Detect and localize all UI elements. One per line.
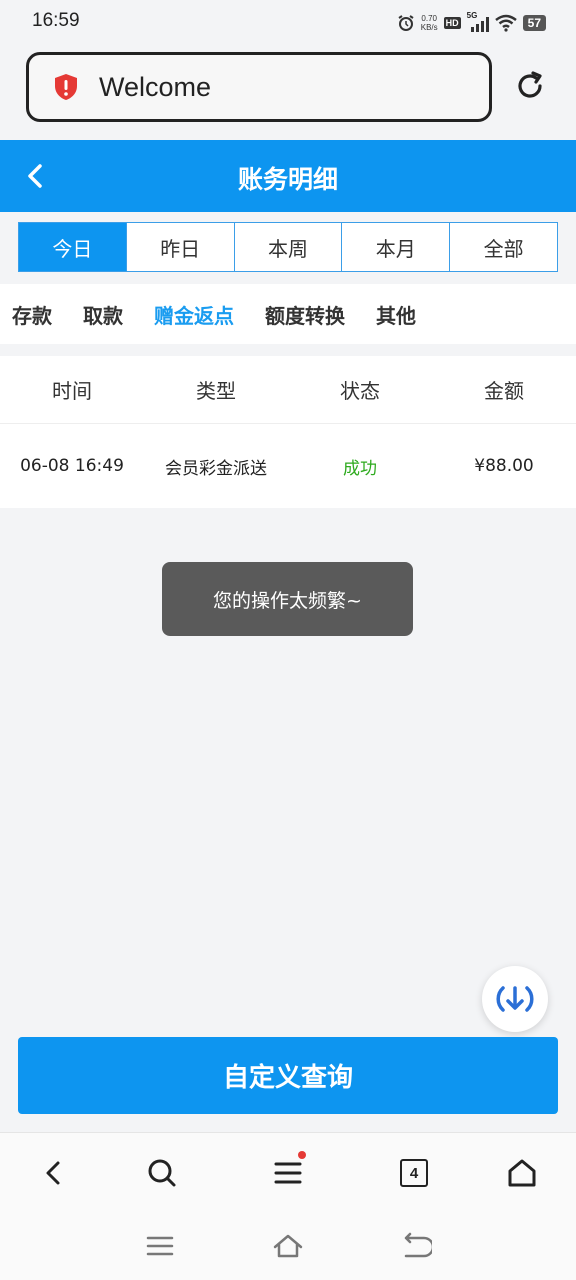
tab-withdraw[interactable]: 取款 [83,300,123,329]
tab-transfer[interactable]: 额度转换 [265,300,345,329]
status-bar: 16:59 0.70 KB/s HD 5G 57 [0,0,576,44]
page-header: 账务明细 [0,140,576,212]
security-warning-icon[interactable] [51,72,81,102]
address-bar[interactable]: Welcome [26,52,492,122]
net-speed: 0.70 KB/s [420,14,438,32]
column-header-amount: 金额 [484,379,524,403]
tab-this-month[interactable]: 本月 [341,223,449,271]
toast-message: 您的操作太频繁~ [162,562,413,636]
date-range-tabs: 今日 昨日 本周 本月 全部 [18,222,558,272]
category-tabs: 存款 取款 赠金返点 额度转换 其他 [0,284,576,344]
system-home-icon[interactable] [272,1230,304,1262]
tab-count: 4 [400,1159,428,1187]
floating-download-button[interactable] [482,966,548,1032]
browser-toolbar: 4 [0,1132,576,1214]
browser-home-button[interactable] [504,1155,540,1191]
status-icons: 0.70 KB/s HD 5G 57 [397,11,546,35]
page-title: 账务明细 [237,165,338,194]
signal-icon: 5G [467,11,489,33]
tab-other[interactable]: 其他 [376,300,416,329]
search-icon [148,1159,176,1187]
tab-bonus-rebate[interactable]: 赠金返点 [154,300,234,329]
tab-all[interactable]: 全部 [449,223,557,271]
column-header-status: 状态 [340,379,380,403]
system-navigation-bar [0,1214,576,1280]
column-header-type: 类型 [196,379,236,403]
tab-deposit[interactable]: 存款 [12,300,52,329]
cell-type: 会员彩金派送 [165,458,267,479]
recent-apps-icon[interactable] [144,1230,176,1262]
custom-query-button[interactable]: 自定义查询 [18,1037,558,1114]
menu-icon [274,1162,302,1184]
tab-today[interactable]: 今日 [19,223,126,271]
battery-indicator: 57 [522,15,546,31]
home-icon [508,1159,536,1187]
cell-status: 成功 [343,458,377,479]
cell-amount: ¥88.00 [474,456,534,476]
address-text[interactable]: Welcome [99,72,211,103]
browser-menu-button[interactable] [270,1151,306,1191]
browser-back-button[interactable] [36,1155,72,1191]
wifi-icon [494,14,517,32]
browser-search-button[interactable] [144,1155,180,1191]
reload-icon[interactable] [512,68,548,104]
hd-badge: HD [443,17,461,29]
cell-time: 06-08 16:49 [20,456,124,476]
transaction-table: 时间 类型 状态 金额 06-08 16:49 会员彩金派送 成功 ¥88.00 [0,356,576,508]
address-row: Welcome [0,44,576,140]
system-back-icon[interactable] [400,1230,432,1262]
status-time: 16:59 [32,10,80,31]
back-icon [46,1161,60,1185]
table-row[interactable]: 06-08 16:49 会员彩金派送 成功 ¥88.00 [0,424,576,508]
table-header: 时间 类型 状态 金额 [0,356,576,424]
notification-dot [298,1151,306,1159]
tab-this-week[interactable]: 本周 [233,223,342,271]
tab-yesterday[interactable]: 昨日 [125,223,234,271]
alarm-icon [398,15,414,31]
download-icon [496,986,534,1012]
column-header-time: 时间 [52,379,92,403]
browser-tabs-button[interactable]: 4 [396,1155,432,1191]
